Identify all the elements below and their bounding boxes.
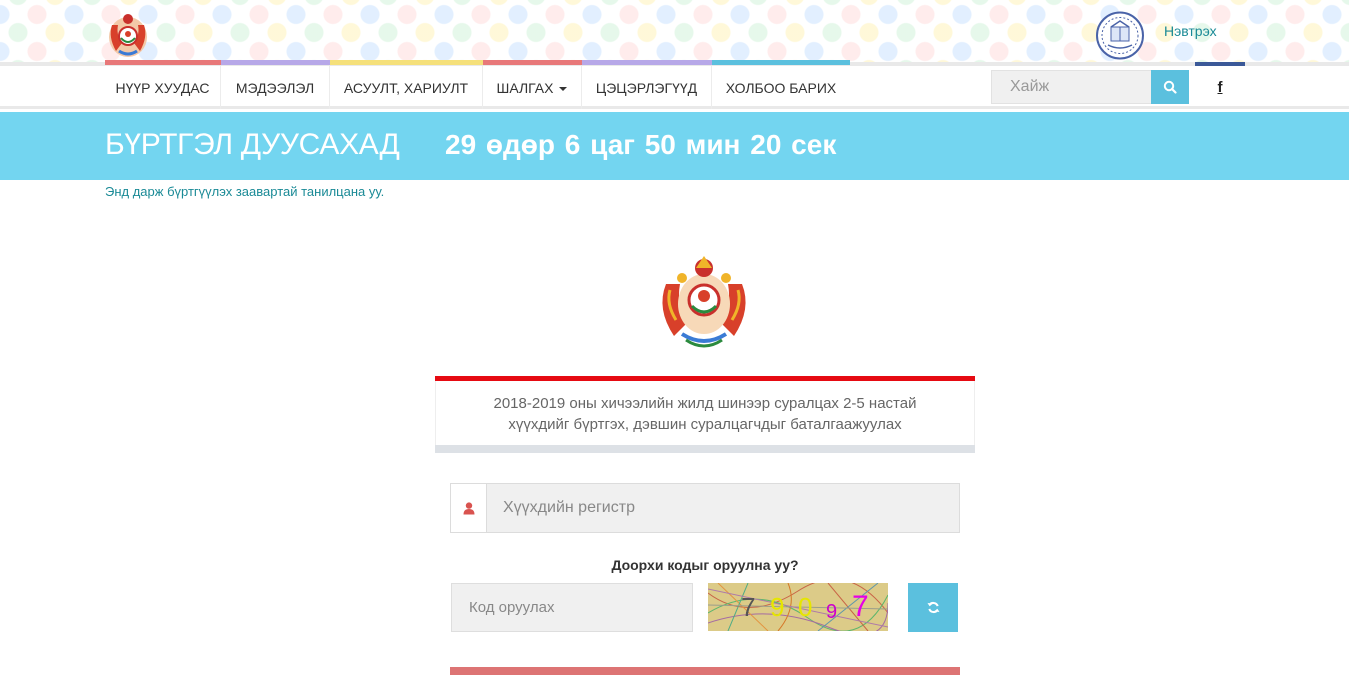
search-input[interactable]	[991, 70, 1151, 104]
ministry-seal-logo	[1094, 11, 1146, 60]
captcha-image: 7 9 0 9 7	[708, 583, 888, 631]
card-title-line2: хүүхдийг бүртгэх, дэвшин суралцагчдыг ба…	[508, 416, 902, 433]
nav-accent-home	[105, 60, 221, 65]
card-title-line1: 2018-2019 оны хичээлийн жилд шинээр сура…	[493, 395, 917, 412]
captcha-code-input[interactable]	[451, 583, 693, 632]
search-button[interactable]	[1151, 70, 1189, 104]
login-link[interactable]: Нэвтрэх	[1164, 23, 1217, 39]
nav-item-contact[interactable]: ХОЛБОО БАРИХ	[712, 66, 850, 109]
nav-accent-faq	[330, 60, 483, 65]
top-banner	[0, 0, 1349, 63]
nav-item-info[interactable]: МЭДЭЭЛЭЛ	[221, 66, 330, 109]
registry-input[interactable]	[487, 484, 959, 532]
registry-field	[450, 483, 960, 533]
captcha-char-5: 7	[852, 590, 869, 623]
national-emblem-logo[interactable]	[106, 11, 150, 59]
registry-icon-box	[451, 484, 487, 532]
nav-item-home[interactable]: НҮҮР ХУУДАС	[105, 66, 221, 109]
user-icon	[463, 501, 474, 514]
captcha-char-2: 9	[770, 592, 784, 622]
search-icon	[1163, 80, 1177, 94]
countdown-banner: БҮРТГЭЛ ДУУСАХАД 29 өдөр 6 цаг 50 мин 20…	[0, 112, 1349, 180]
nav-accent-kindergartens	[582, 60, 712, 65]
card-bottom-bar	[435, 445, 975, 453]
captcha-refresh-button[interactable]	[908, 583, 958, 632]
countdown-value: 29 өдөр 6 цаг 50 мин 20 сек	[445, 129, 837, 160]
nav-accent-contact	[712, 60, 850, 65]
submit-button[interactable]	[450, 667, 960, 675]
captcha-char-4: 9	[826, 601, 837, 623]
captcha-question: Доорхи кодыг оруулна уу?	[611, 557, 799, 573]
card-title: 2018-2019 оны хичээлийн жилд шинээр сура…	[435, 381, 975, 445]
countdown-label: БҮРТГЭЛ ДУУСАХАД	[105, 128, 400, 161]
national-emblem	[656, 254, 752, 352]
facebook-icon: f	[1217, 79, 1223, 96]
nav-item-check[interactable]: ШАЛГАХ	[483, 66, 582, 109]
nav-item-faq[interactable]: АСУУЛТ, ХАРИУЛТ	[330, 66, 483, 109]
chevron-down-icon	[559, 87, 568, 92]
nav-item-kindergartens[interactable]: ЦЭЦЭРЛЭГҮҮД	[582, 66, 712, 109]
facebook-link[interactable]: f	[1195, 62, 1245, 109]
nav-accent-check	[483, 60, 582, 65]
refresh-icon	[926, 601, 940, 614]
captcha-char-3: 0	[798, 592, 812, 622]
nav-accent-info	[221, 60, 330, 65]
captcha-char-1: 7	[741, 592, 755, 622]
instructions-link[interactable]: Энд дарж бүртгүүлэх заавартай танилцана …	[105, 184, 384, 199]
nav-item-check-label: ШАЛГАХ	[496, 80, 554, 96]
